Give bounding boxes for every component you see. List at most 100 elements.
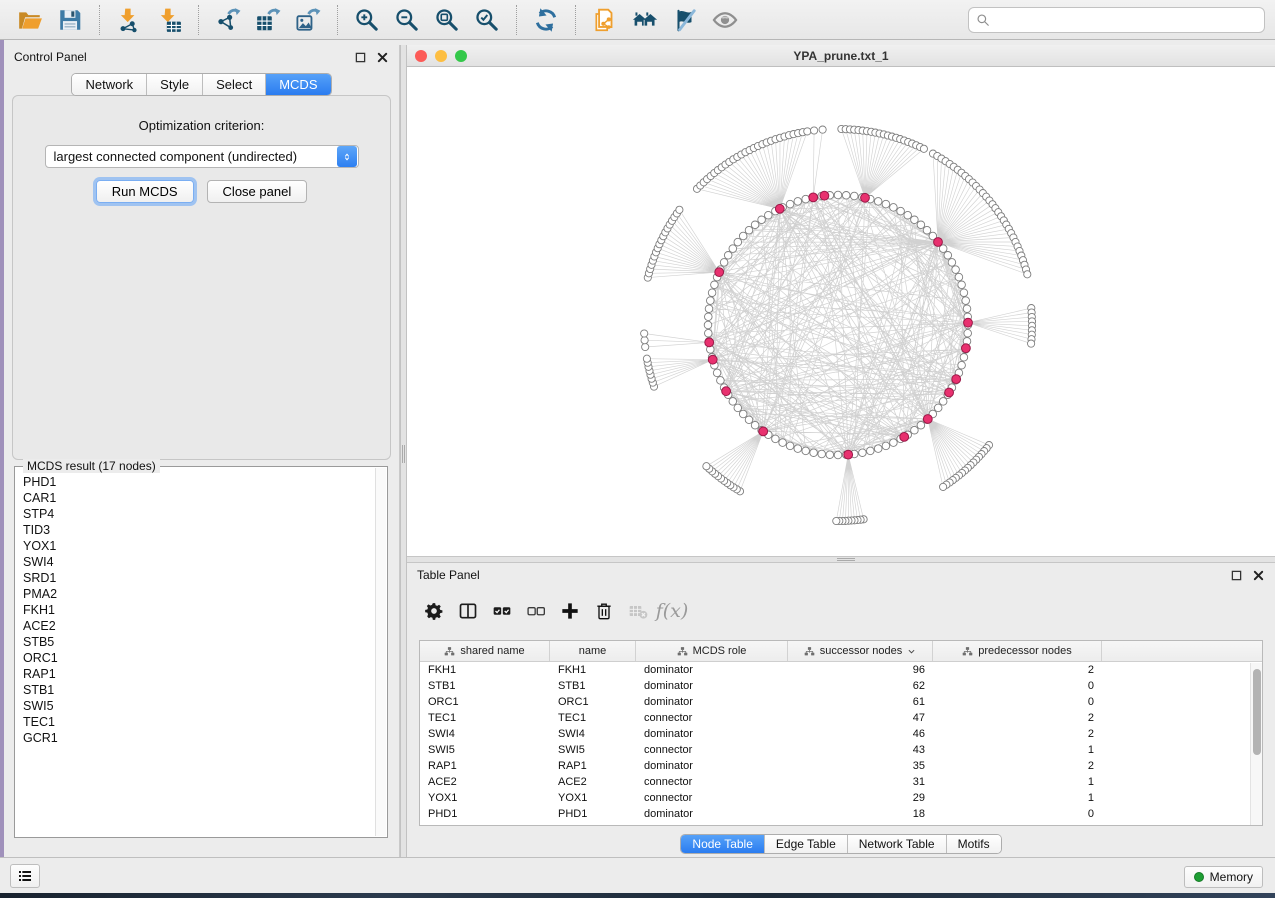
export-image-icon[interactable] <box>293 5 323 35</box>
table-row[interactable]: FKH1FKH1dominator962 <box>420 662 1262 678</box>
criterion-dropdown[interactable]: largest connected component (undirected) <box>45 145 359 168</box>
tab-style[interactable]: Style <box>147 74 203 95</box>
tab-mcds[interactable]: MCDS <box>266 74 330 95</box>
zoom-out-icon[interactable] <box>392 5 422 35</box>
export-network-icon[interactable] <box>213 5 243 35</box>
mcds-result-item[interactable]: PHD1 <box>23 474 375 490</box>
table-row[interactable]: SWI4SWI4dominator462 <box>420 726 1262 742</box>
mcds-list-scrollbar[interactable] <box>375 468 386 836</box>
table-row[interactable]: STB1STB1dominator620 <box>420 678 1262 694</box>
table-scrollbar[interactable] <box>1250 663 1262 825</box>
tab-edge-table[interactable]: Edge Table <box>765 835 848 853</box>
column-header-predecessor-nodes[interactable]: predecessor nodes <box>933 641 1102 661</box>
column-header-name[interactable]: name <box>550 641 636 661</box>
column-header-successor-nodes[interactable]: successor nodes <box>788 641 933 661</box>
close-panel-icon[interactable] <box>376 51 389 64</box>
column-label: predecessor nodes <box>978 645 1072 657</box>
apply-layout-icon[interactable] <box>531 5 561 35</box>
mcds-result-item[interactable]: GCR1 <box>23 730 375 746</box>
control-panel-header: Control Panel <box>4 45 399 69</box>
show-columns-icon[interactable] <box>451 597 485 625</box>
memory-label: Memory <box>1210 870 1253 884</box>
toolbar-separator <box>198 5 199 35</box>
settings-icon[interactable] <box>417 597 451 625</box>
export-table-icon[interactable] <box>253 5 283 35</box>
open-session-icon[interactable] <box>15 5 45 35</box>
column-header-MCDS-role[interactable]: MCDS role <box>636 641 788 661</box>
splitter-grip[interactable] <box>837 558 855 561</box>
table-row[interactable]: TEC1TEC1connector472 <box>420 710 1262 726</box>
float-panel-icon[interactable] <box>354 51 367 64</box>
column-header-shared-name[interactable]: shared name <box>420 641 550 661</box>
tab-network-table[interactable]: Network Table <box>848 835 947 853</box>
mcds-result-item[interactable]: STB5 <box>23 634 375 650</box>
vertical-splitter[interactable] <box>400 45 407 857</box>
network-overview-icon[interactable] <box>630 5 660 35</box>
zoom-fit-icon[interactable] <box>432 5 462 35</box>
scrollbar-thumb[interactable] <box>1253 669 1261 755</box>
tab-motifs[interactable]: Motifs <box>947 835 1001 853</box>
delete-table-icon <box>621 597 655 625</box>
mcds-result-item[interactable]: TEC1 <box>23 714 375 730</box>
import-network-icon[interactable] <box>114 5 144 35</box>
network-window-titlebar[interactable]: YPA_prune.txt_1 <box>407 45 1275 67</box>
import-table-icon[interactable] <box>154 5 184 35</box>
mcds-result-item[interactable]: ORC1 <box>23 650 375 666</box>
column-label: shared name <box>460 645 524 657</box>
zoom-in-icon[interactable] <box>352 5 382 35</box>
tab-network[interactable]: Network <box>72 74 147 95</box>
table-row[interactable]: RAP1RAP1dominator352 <box>420 758 1262 774</box>
mcds-result-item[interactable]: FKH1 <box>23 602 375 618</box>
search-input[interactable] <box>995 13 1257 27</box>
cell-name: RAP1 <box>550 758 636 774</box>
network-canvas[interactable] <box>407 67 1275 556</box>
table-row[interactable]: ACE2ACE2connector311 <box>420 774 1262 790</box>
float-panel-icon[interactable] <box>1230 569 1243 582</box>
mcds-result-list[interactable]: PHD1CAR1STP4TID3YOX1SWI4SRD1PMA2FKH1ACE2… <box>16 468 375 836</box>
mcds-result-item[interactable]: TID3 <box>23 522 375 538</box>
mcds-result-item[interactable]: SWI4 <box>23 554 375 570</box>
tab-select[interactable]: Select <box>203 74 266 95</box>
cell-successor-nodes: 96 <box>788 662 933 678</box>
cell-MCDS-role: connector <box>636 774 788 790</box>
cell-predecessor-nodes: 0 <box>933 694 1102 710</box>
close-panel-icon[interactable] <box>1252 569 1265 582</box>
deselect-all-icon[interactable] <box>519 597 553 625</box>
network-graph[interactable] <box>407 67 1275 556</box>
run-mcds-button[interactable]: Run MCDS <box>96 180 194 203</box>
mcds-result-item[interactable]: STP4 <box>23 506 375 522</box>
mcds-result-item[interactable]: RAP1 <box>23 666 375 682</box>
mcds-result-item[interactable]: SWI5 <box>23 698 375 714</box>
save-session-icon[interactable] <box>55 5 85 35</box>
column-label: successor nodes <box>820 645 903 657</box>
table-row[interactable]: YOX1YOX1connector291 <box>420 790 1262 806</box>
hide-graphics-details-icon[interactable] <box>670 5 700 35</box>
close-panel-button[interactable]: Close panel <box>207 180 308 203</box>
table-header-row: shared name nameMCDS role successor nodes p… <box>420 641 1262 662</box>
cell-MCDS-role: connector <box>636 742 788 758</box>
mcds-result-item[interactable]: PMA2 <box>23 586 375 602</box>
mcds-result-item[interactable]: STB1 <box>23 682 375 698</box>
clone-network-icon[interactable] <box>590 5 620 35</box>
table-row[interactable]: ORC1ORC1dominator610 <box>420 694 1262 710</box>
tab-node-table[interactable]: Node Table <box>681 835 765 853</box>
memory-button[interactable]: Memory <box>1184 866 1263 888</box>
task-history-button[interactable] <box>10 864 40 888</box>
table-row[interactable]: SWI5SWI5connector431 <box>420 742 1262 758</box>
search-box[interactable] <box>968 7 1265 33</box>
table-row[interactable]: PHD1PHD1dominator180 <box>420 806 1262 822</box>
zoom-selected-icon[interactable] <box>472 5 502 35</box>
cell-predecessor-nodes: 2 <box>933 662 1102 678</box>
show-graphics-details-icon[interactable] <box>710 5 740 35</box>
mcds-result-item[interactable]: SRD1 <box>23 570 375 586</box>
add-row-icon[interactable] <box>553 597 587 625</box>
splitter-grip[interactable] <box>402 445 405 463</box>
select-all-icon[interactable] <box>485 597 519 625</box>
memory-status-icon <box>1194 872 1204 882</box>
horizontal-splitter[interactable] <box>407 556 1275 563</box>
delete-row-icon[interactable] <box>587 597 621 625</box>
cell-shared-name: TEC1 <box>420 710 550 726</box>
mcds-result-item[interactable]: ACE2 <box>23 618 375 634</box>
mcds-result-item[interactable]: CAR1 <box>23 490 375 506</box>
mcds-result-item[interactable]: YOX1 <box>23 538 375 554</box>
